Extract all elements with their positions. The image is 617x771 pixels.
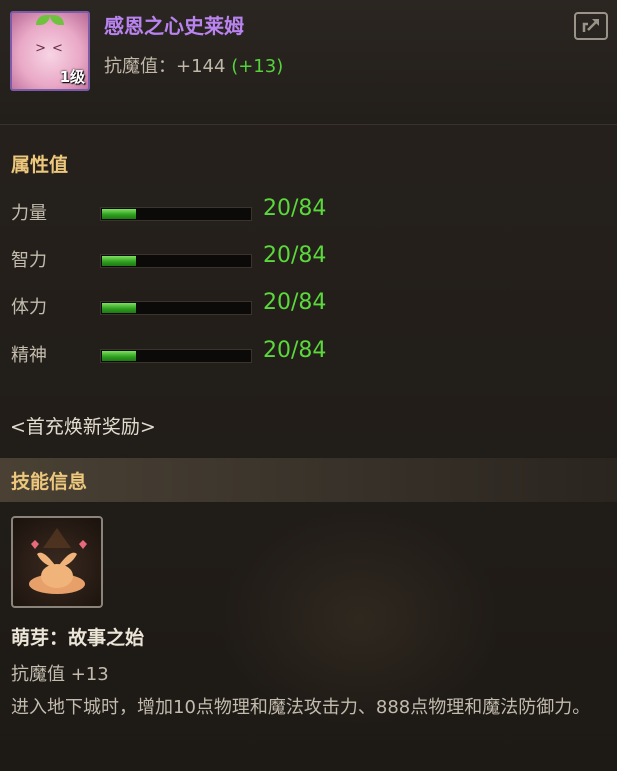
item-header: >< 1级 感恩之心史莱姆 抗魔值：+144 (+13) bbox=[0, 0, 617, 125]
attribute-value: 20/84 bbox=[263, 290, 327, 315]
leaf-shape bbox=[50, 15, 64, 25]
attribute-value: 20/84 bbox=[263, 243, 327, 268]
attribute-bar-fill bbox=[102, 351, 136, 361]
attribute-label: 体力 bbox=[11, 297, 47, 318]
slime-face: >< bbox=[35, 41, 69, 56]
sprout-icon-art bbox=[29, 528, 87, 594]
skill-stat: 抗魔值 +13 bbox=[11, 664, 109, 685]
first-recharge-reward-link[interactable]: <首充焕新奖励> bbox=[10, 412, 156, 439]
attribute-label: 智力 bbox=[11, 250, 47, 271]
leaf-shape bbox=[36, 15, 50, 25]
item-name: 感恩之心史莱姆 bbox=[104, 14, 244, 38]
skill-section-header: 技能信息 bbox=[0, 458, 617, 502]
skill-description: 进入地下城时，增加10点物理和魔法攻击力、888点物理和魔法防御力。 bbox=[11, 697, 591, 718]
attribute-row: 力量 20/84 bbox=[11, 196, 411, 229]
attribute-bar-fill bbox=[102, 303, 136, 313]
attribute-bar-fill bbox=[102, 256, 136, 266]
attribute-row: 精神 20/84 bbox=[11, 338, 411, 371]
skill-section-title: 技能信息 bbox=[11, 471, 88, 493]
attribute-label: 精神 bbox=[11, 345, 47, 366]
item-stat-bonus: (+13) bbox=[231, 56, 284, 77]
attributes-title: 属性值 bbox=[11, 154, 69, 176]
attribute-value: 20/84 bbox=[263, 338, 327, 363]
share-icon bbox=[582, 19, 599, 32]
attribute-bar bbox=[100, 301, 252, 315]
attribute-label: 力量 bbox=[11, 203, 47, 224]
share-button[interactable] bbox=[574, 12, 608, 40]
item-tooltip-panel: >< 1级 感恩之心史莱姆 抗魔值：+144 (+13) 属性值 力量 20/8… bbox=[0, 0, 617, 771]
sprout-icon[interactable] bbox=[11, 516, 103, 608]
attribute-row: 智力 20/84 bbox=[11, 243, 411, 276]
slime-icon: >< 1级 bbox=[10, 11, 90, 91]
skill-name: 萌芽：故事之始 bbox=[11, 627, 145, 649]
attribute-bar bbox=[100, 254, 252, 268]
item-level: 1级 bbox=[59, 68, 85, 86]
attribute-row: 体力 20/84 bbox=[11, 290, 411, 323]
attribute-bar bbox=[100, 207, 252, 221]
item-stat: 抗魔值：+144 (+13) bbox=[104, 52, 283, 78]
attribute-bar-fill bbox=[102, 209, 136, 219]
attribute-bar bbox=[100, 349, 252, 363]
attribute-value: 20/84 bbox=[263, 196, 327, 221]
item-stat-label: 抗魔值： bbox=[104, 56, 176, 77]
item-stat-value: +144 bbox=[176, 56, 226, 77]
